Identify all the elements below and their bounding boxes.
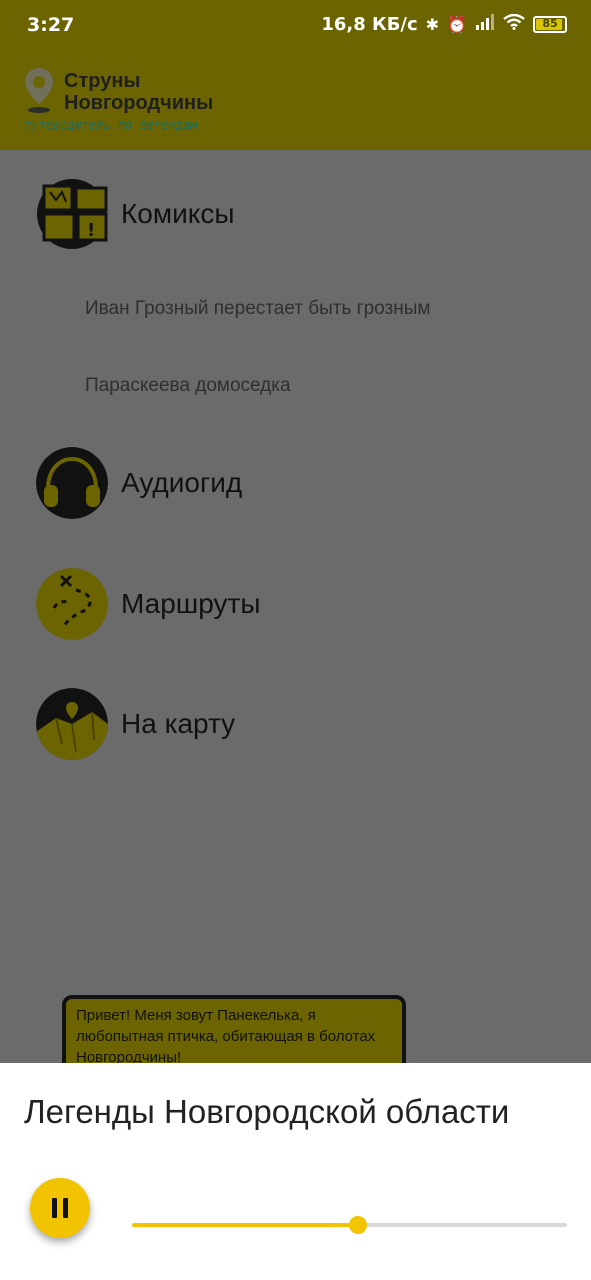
route-map-icon bbox=[36, 568, 108, 640]
status-right: 16,8 КБ/с ✱ ⏰ 85 bbox=[321, 13, 567, 35]
app-header: 3:27 16,8 КБ/с ✱ ⏰ 85 Струны Новгородчин… bbox=[0, 0, 591, 150]
comic-item-1-label: Иван Грозный перестает быть грозным bbox=[85, 298, 431, 319]
battery-level: 85 bbox=[542, 17, 558, 30]
bluetooth-icon: ✱ bbox=[425, 14, 440, 34]
seek-bar-progress bbox=[132, 1223, 359, 1227]
battery-icon: 85 bbox=[533, 16, 567, 33]
network-speed: 16,8 КБ/с bbox=[321, 14, 418, 35]
menu-item-map-label: На карту bbox=[121, 708, 236, 739]
audio-player: Легенды Новгородской области bbox=[0, 1063, 591, 1280]
menu-item-routes-label: Маршруты bbox=[121, 588, 261, 619]
menu-item-comics[interactable]: ! Комиксы bbox=[36, 178, 234, 250]
logo-title-line2: Новгородчины bbox=[64, 92, 214, 114]
pause-icon bbox=[52, 1198, 57, 1218]
comics-icon: ! bbox=[36, 178, 108, 250]
status-time: 3:27 bbox=[27, 14, 75, 36]
mascot-speech-text: Привет! Меня зовут Панекелька, я любопыт… bbox=[76, 1007, 376, 1066]
menu-item-map[interactable]: На карту bbox=[36, 688, 235, 760]
seek-bar[interactable] bbox=[132, 1216, 567, 1234]
signal-icon bbox=[475, 14, 495, 35]
status-bar: 3:27 16,8 КБ/с ✱ ⏰ 85 bbox=[0, 0, 591, 52]
comic-item-2-label: Параскеева домоседка bbox=[85, 375, 291, 396]
svg-text:!: ! bbox=[87, 220, 95, 241]
location-pin-icon bbox=[25, 68, 53, 113]
logo-title-line1: Струны bbox=[64, 70, 141, 92]
menu-item-comics-label: Комиксы bbox=[121, 198, 235, 229]
comic-item-2[interactable]: Параскеева домоседка bbox=[85, 375, 291, 397]
logo-subtitle: путеводитель по легендам bbox=[24, 118, 198, 132]
menu-item-audioguide[interactable]: Аудиогид bbox=[36, 447, 242, 519]
menu-item-routes[interactable]: Маршруты bbox=[36, 568, 260, 640]
pause-icon bbox=[63, 1198, 68, 1218]
pause-button[interactable] bbox=[30, 1178, 90, 1238]
menu-item-audioguide-label: Аудиогид bbox=[121, 467, 243, 498]
comic-item-1[interactable]: Иван Грозный перестает быть грозным bbox=[85, 298, 430, 320]
seek-bar-thumb[interactable] bbox=[349, 1216, 368, 1234]
wifi-icon bbox=[503, 13, 525, 35]
headphones-icon bbox=[36, 447, 108, 519]
player-track-title: Легенды Новгородской области bbox=[24, 1093, 510, 1130]
alarm-icon: ⏰ bbox=[447, 14, 467, 34]
map-pin-icon bbox=[36, 688, 108, 760]
